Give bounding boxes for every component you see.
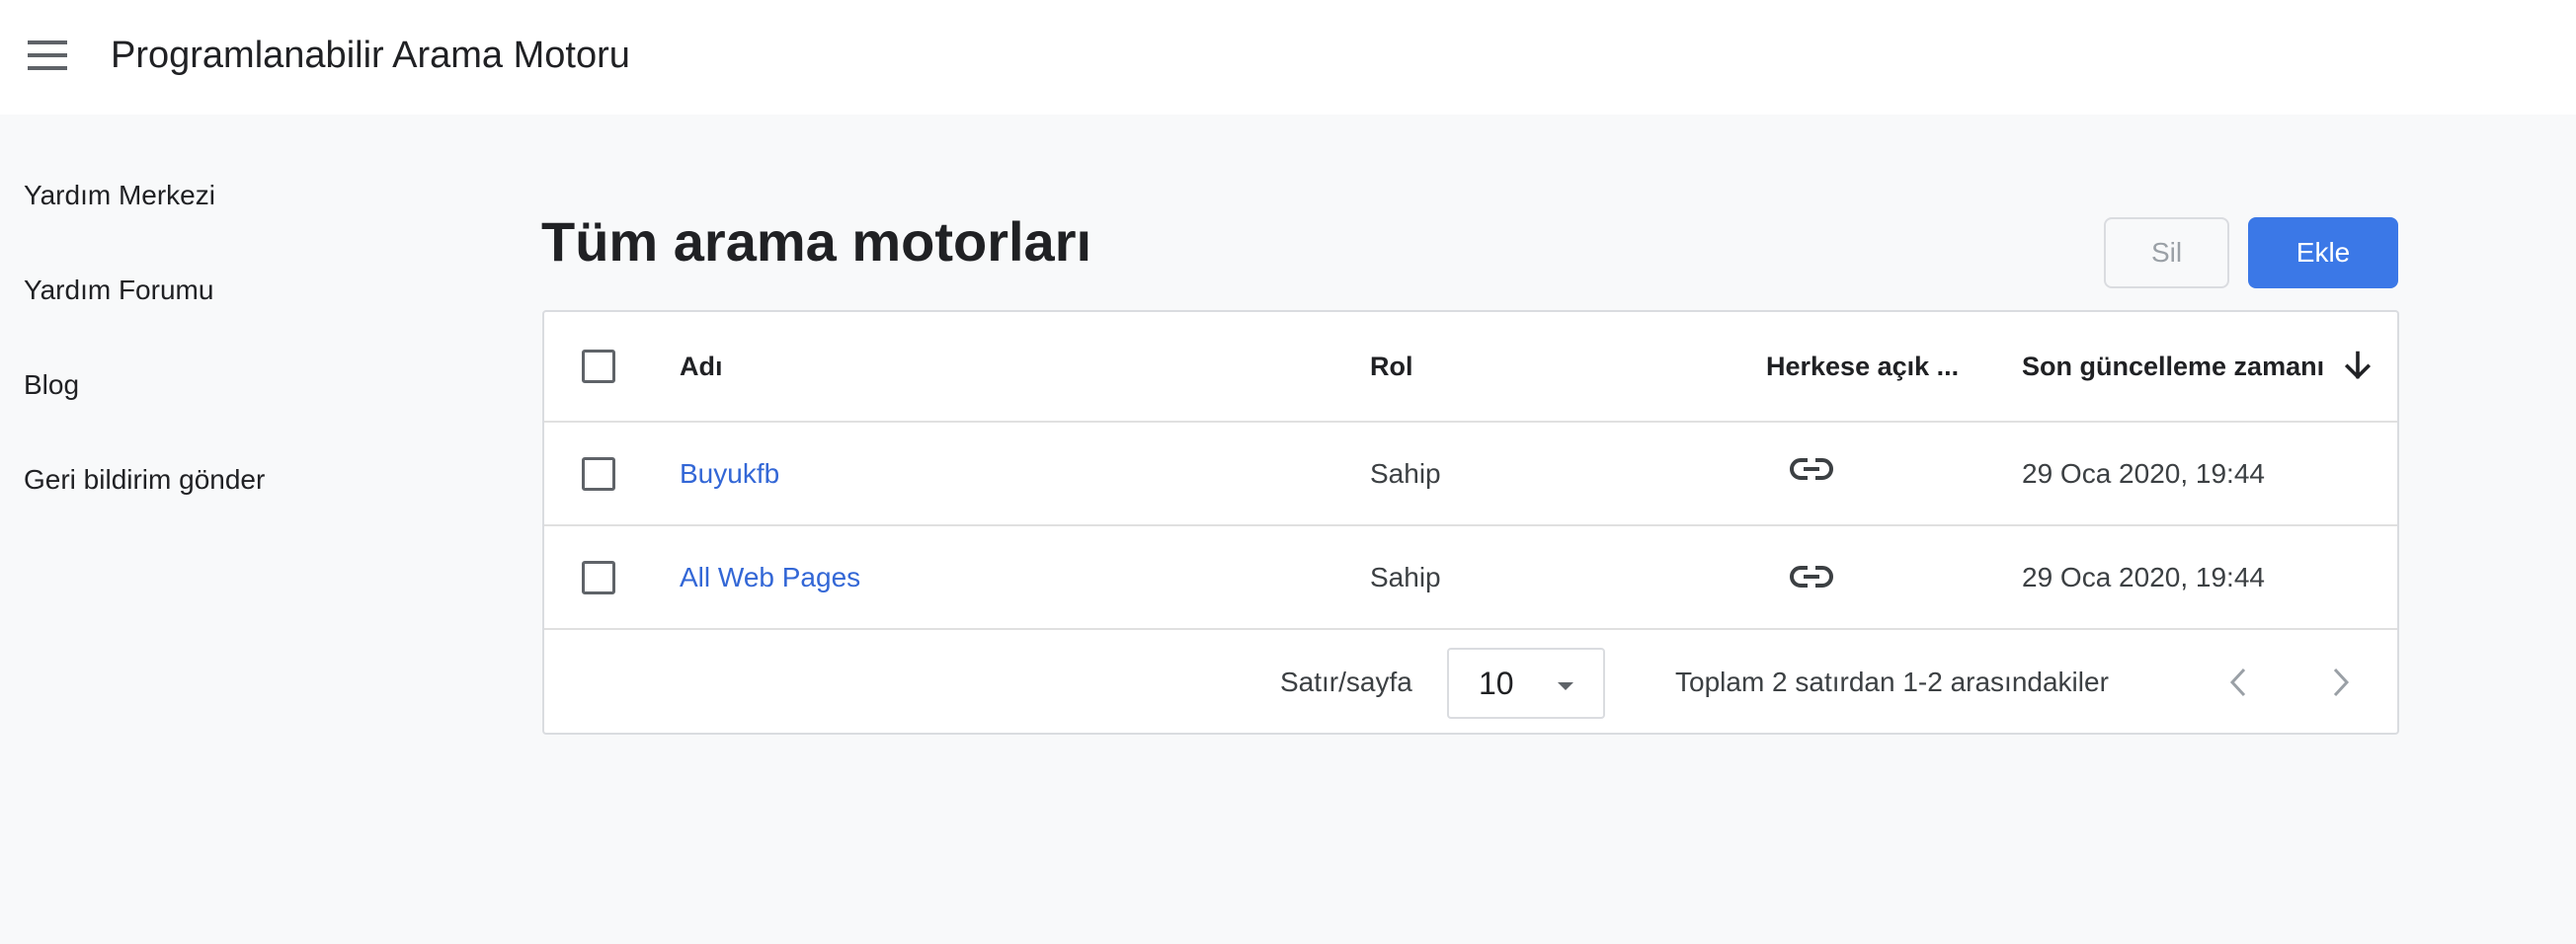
role-text: Sahip <box>1370 561 1441 592</box>
select-all-cell <box>582 312 615 421</box>
row-select-cell <box>582 423 615 524</box>
app-title: Programlanabilir Arama Motoru <box>111 35 630 76</box>
caret-down-icon <box>1556 679 1575 697</box>
chevron-left-icon[interactable] <box>2214 658 2263 707</box>
arrow-down-icon[interactable] <box>2340 312 2375 421</box>
sidebar-item-send-feedback[interactable]: Geri bildirim gönder <box>24 452 439 508</box>
row-checkbox[interactable] <box>582 456 615 491</box>
engine-name-link[interactable]: Buyukfb <box>680 423 779 524</box>
sidebar-item-help-center[interactable]: Yardım Merkezi <box>24 168 439 223</box>
engine-name-link[interactable]: All Web Pages <box>680 526 860 628</box>
updated-time-text: 29 Oca 2020, 19:44 <box>2022 457 2265 489</box>
table-row[interactable]: Buyukfb Sahip 29 Oca 2020, 19:44 <box>544 423 2397 526</box>
pagination-range-label: Toplam 2 satırdan 1-2 arasındakiler <box>1675 667 2109 697</box>
rows-per-page-select[interactable]: 10 <box>1447 648 1605 719</box>
link-icon[interactable] <box>1790 562 1833 591</box>
add-button[interactable]: Ekle <box>2248 217 2398 288</box>
table-pagination: Satır/sayfa 10 Toplam 2 satırdan 1-2 ara… <box>544 630 2397 735</box>
link-icon[interactable] <box>2290 423 2438 524</box>
rows-per-page-value: 10 <box>1479 665 1514 701</box>
row-checkbox[interactable] <box>582 560 615 594</box>
updated-time-text: 29 Oca 2020, 19:44 <box>2022 561 2265 592</box>
hamburger-menu-icon[interactable] <box>22 30 73 81</box>
column-header-role[interactable]: Rol <box>1370 312 1413 421</box>
rows-per-page-label: Satır/sayfa <box>1280 667 1412 697</box>
table-row[interactable]: All Web Pages Sahip 29 Oca 2020, 19:44 <box>544 526 2397 630</box>
delete-button[interactable]: Sil <box>2104 217 2229 288</box>
role-text: Sahip <box>1370 457 1441 489</box>
column-header-updated[interactable]: Son güncelleme zamanı <box>2022 312 2324 421</box>
search-engines-table: Adı Rol Herkese açık ... Son güncelleme … <box>542 310 2399 735</box>
column-header-name[interactable]: Adı <box>680 312 723 421</box>
select-all-checkbox[interactable] <box>582 350 615 383</box>
table-header-row: Adı Rol Herkese açık ... Son güncelleme … <box>544 312 2397 423</box>
sidebar-item-help-forum[interactable]: Yardım Forumu <box>24 263 439 318</box>
row-select-cell <box>582 526 615 628</box>
sidebar-item-blog[interactable]: Blog <box>24 357 439 413</box>
page-title: Tüm arama motorları <box>541 210 1092 273</box>
chevron-right-icon[interactable] <box>2316 658 2366 707</box>
top-app-bar: Programlanabilir Arama Motoru <box>0 0 2576 115</box>
sidebar: Yardım Merkezi Yardım Forumu Blog Geri b… <box>24 168 439 547</box>
link-icon[interactable] <box>1790 454 1833 484</box>
